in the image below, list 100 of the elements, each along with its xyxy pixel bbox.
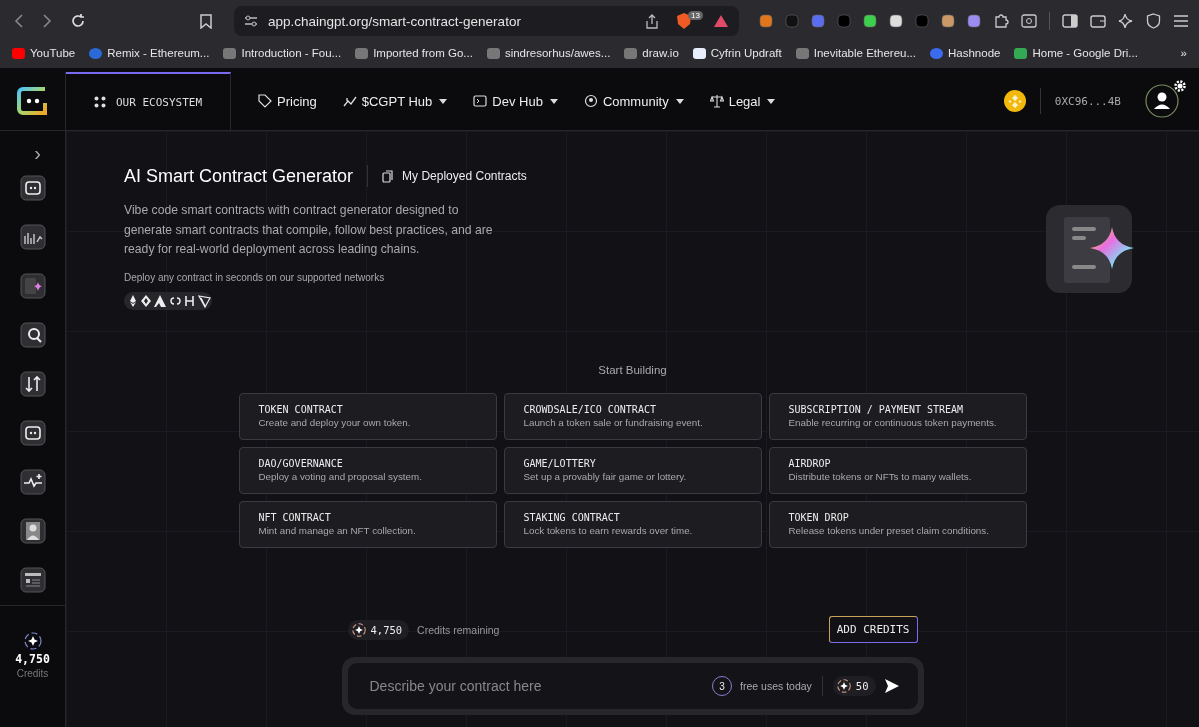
card-title: STAKING CONTRACT [523, 511, 621, 523]
wallet-address[interactable]: 0XC96...4B [1054, 94, 1121, 108]
card-description: Deploy a voting and proposal system. [258, 470, 423, 482]
bookmark-item[interactable]: draw.io [624, 47, 679, 59]
robot-icon[interactable] [19, 175, 46, 201]
bookmark-item[interactable]: Imported from Go... [355, 47, 473, 59]
card-description: Set up a provably fair game or lottery. [523, 470, 688, 482]
contract-card[interactable]: CROWDSALE/ICO CONTRACT Launch a token sale or fundraising event. [503, 392, 762, 440]
address-bar[interactable]: app.chaingpt.org/smart-contract-generator 13 [234, 6, 739, 36]
news-icon[interactable] [19, 567, 46, 593]
share-icon[interactable] [646, 13, 659, 29]
bookmark-item[interactable]: sindresorhus/awes... [486, 47, 611, 59]
avatar-icon[interactable] [1145, 84, 1179, 118]
credit-icon [351, 622, 366, 637]
chart-icon [342, 94, 357, 108]
bookmark-icon[interactable] [200, 13, 212, 29]
card-title: CROWDSALE/ICO CONTRACT [523, 403, 657, 415]
bookmark-item[interactable]: Cyfrin Updraft [692, 47, 782, 59]
send-icon[interactable] [883, 678, 900, 694]
bookmark-item[interactable]: Introduction - Fou... [223, 47, 342, 59]
extension-icon[interactable] [863, 14, 877, 28]
menu-icon[interactable] [1173, 14, 1189, 28]
swap-icon[interactable] [19, 371, 46, 397]
card-description: Create and deploy your own token. [258, 416, 412, 428]
card-title: TOKEN CONTRACT [258, 403, 344, 415]
bookmark-item[interactable]: Home - Google Dri... [1014, 47, 1138, 59]
contract-card[interactable]: TOKEN DROP Release tokens under preset claim conditions. [768, 500, 1027, 548]
bookmark-item[interactable]: YouTube [12, 47, 76, 59]
extension-icon[interactable] [967, 14, 981, 28]
card-title: DAO/GOVERNANCE [258, 457, 344, 469]
card-title: SUBSCRIPTION / PAYMENT STREAM [788, 403, 965, 415]
contract-card[interactable]: STAKING CONTRACT Lock tokens to earn rewards over time. [503, 500, 762, 548]
nav-link[interactable]: Legal [709, 93, 776, 109]
nav-link[interactable]: Dev Hub [473, 93, 558, 109]
wallet-icon[interactable] [1090, 14, 1106, 28]
pulse-icon[interactable] [19, 469, 46, 495]
bookmarks-overflow[interactable]: » [1180, 47, 1187, 59]
card-title: NFT CONTRACT [258, 511, 332, 523]
card-description: Mint and manage an NFT collection. [258, 524, 417, 536]
sidebar-icon[interactable] [1062, 14, 1078, 28]
bookmark-item[interactable]: Inevitable Ethereu... [795, 47, 916, 59]
cost-pill: 50 [832, 676, 876, 696]
nav-link[interactable]: Community [583, 93, 684, 109]
expand-toggle[interactable]: › [34, 141, 41, 165]
bookmark-item[interactable]: Remix - Ethereum... [89, 47, 210, 59]
search-icon[interactable] [19, 322, 46, 348]
copy-icon [382, 169, 395, 183]
contract-card[interactable]: TOKEN CONTRACT Create and deploy your own token. [238, 392, 497, 440]
coin-icon[interactable] [1003, 90, 1026, 112]
credits-pill: 4,750 [347, 619, 410, 640]
reload-icon[interactable] [70, 13, 86, 29]
shield-count-badge: 13 [688, 10, 703, 20]
puzzle-icon[interactable] [993, 13, 1009, 29]
card-title: AIRDROP [788, 457, 832, 469]
term-icon [473, 94, 488, 108]
bookmark-item[interactable]: Hashnode [930, 47, 1001, 59]
shield-icon[interactable] [1146, 13, 1161, 29]
document-sparkle-icon [1046, 205, 1134, 295]
credit-icon [836, 679, 851, 693]
extension-icon[interactable] [759, 14, 773, 28]
tag-icon [258, 94, 272, 108]
section-heading: Start Building [597, 363, 668, 376]
shield-icon[interactable] [676, 12, 693, 30]
card-description: Distribute tokens or NFTs to many wallets. [788, 470, 973, 482]
nav-link[interactable]: Pricing [258, 93, 317, 109]
deployed-contracts-link[interactable]: My Deployed Contracts [382, 169, 527, 183]
description: Vibe code smart contracts with contract generator designed to generate smart contracts that compile, follow best practices, and are ready for real-world deployment across leading chains. [124, 202, 494, 258]
networks-note: Deploy any contract in seconds on our supported networks [124, 271, 386, 283]
credits-remaining-label: Credits remaining [417, 623, 500, 636]
contract-card[interactable]: SUBSCRIPTION / PAYMENT STREAM Enable recurring or continuous token payments. [768, 392, 1027, 440]
card-description: Launch a token sale or fundraising event. [523, 416, 704, 428]
contract-card[interactable]: AIRDROP Distribute tokens or NFTs to many wallets. [768, 446, 1027, 494]
site-settings-icon[interactable] [244, 15, 258, 27]
settings-icon[interactable] [1174, 80, 1186, 92]
triangle-icon[interactable] [713, 14, 729, 28]
forward-icon[interactable] [42, 14, 52, 28]
person-icon[interactable] [19, 518, 46, 544]
contract-card[interactable]: NFT CONTRACT Mint and manage an NFT collection. [238, 500, 497, 548]
back-icon[interactable] [14, 14, 24, 28]
page-title: AI Smart Contract Generator [124, 165, 354, 187]
prompt-field[interactable]: Describe your contract here [367, 677, 705, 695]
nav-link[interactable]: $CGPT Hub [342, 93, 448, 109]
free-uses-label: free uses today [740, 680, 812, 692]
credits-label: Credits [16, 668, 49, 679]
card-title: GAME/LOTTERY [523, 457, 597, 469]
card-title: TOKEN DROP [788, 511, 850, 523]
extension-icon[interactable] [889, 14, 903, 28]
credit-icon [23, 632, 42, 650]
add-credits-button[interactable]: ADD CREDITS [828, 616, 918, 643]
contract-card[interactable]: GAME/LOTTERY Set up a provably fair game or lottery. [503, 446, 762, 494]
credits-amount: 4,750 [15, 652, 50, 666]
sparkle-icon[interactable] [1118, 13, 1134, 29]
scale-icon [709, 94, 724, 108]
card-description: Lock tokens to earn rewards over time. [523, 524, 694, 536]
contract-card[interactable]: DAO/GOVERNANCE Deploy a voting and proposal system. [238, 446, 497, 494]
card-description: Enable recurring or continuous token payments. [788, 416, 998, 428]
extension-icon[interactable] [941, 14, 955, 28]
chart-icon[interactable] [19, 224, 46, 250]
doc-icon[interactable] [19, 273, 46, 299]
bot-icon[interactable] [19, 420, 46, 446]
